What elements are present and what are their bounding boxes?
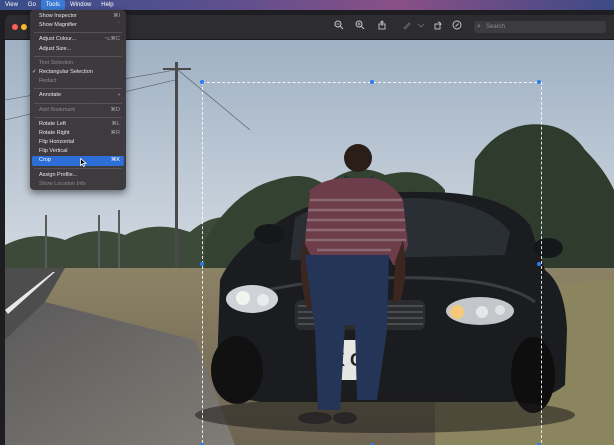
menu-window[interactable]: Window — [65, 0, 96, 10]
menu-separator — [34, 116, 122, 118]
menu-item-label: Crop — [39, 157, 51, 164]
rotate-icon[interactable] — [432, 20, 444, 32]
menu-separator — [34, 102, 122, 104]
menu-item-label: Adjust Colour... — [39, 36, 77, 43]
menu-item-shortcut: ⌘D — [110, 106, 120, 113]
menu-item-label: Redact — [39, 78, 57, 85]
zoom-in-icon[interactable] — [354, 20, 366, 32]
menu-item-label: Annotate — [39, 92, 62, 99]
menu-separator — [34, 32, 122, 34]
checkmark-icon: ✓ — [32, 68, 37, 75]
chevron-right-icon: › — [118, 92, 120, 99]
search-icon: ⌕ — [477, 23, 481, 30]
menu-item-rotate-left[interactable]: Rotate Left ⌘L — [30, 120, 126, 129]
selection-handle-right[interactable] — [537, 262, 541, 266]
menu-item-text-selection: Text Selection — [30, 59, 126, 68]
search-input[interactable]: ⌕ Search — [474, 21, 606, 33]
menu-separator — [34, 88, 122, 90]
menu-item-shortcut: ⌘K — [110, 157, 120, 164]
menu-item-show-inspector[interactable]: Show Inspector ⌘I — [30, 12, 126, 21]
menu-item-adjust-size[interactable]: Adjust Size... — [30, 45, 126, 54]
menu-separator — [34, 167, 122, 169]
menu-tools[interactable]: Tools — [40, 0, 65, 10]
chevron-down-icon[interactable] — [415, 20, 427, 32]
selection-handle-left[interactable] — [200, 262, 204, 266]
menu-item-show-magnifier[interactable]: Show Magnifier ` — [30, 21, 126, 30]
menu-item-label: Flip Horizontal — [39, 139, 75, 146]
menu-item-shortcut: ⌥⌘C — [104, 36, 120, 43]
minimize-window-button[interactable] — [21, 24, 27, 30]
menu-item-rotate-right[interactable]: Rotate Right ⌘R — [30, 129, 126, 138]
menu-item-shortcut: ` — [118, 22, 120, 29]
mouse-cursor-icon — [80, 158, 87, 167]
menu-view[interactable]: View — [0, 0, 23, 10]
menu-item-shortcut: ⌘R — [110, 129, 120, 136]
menu-item-label: Text Selection — [39, 59, 74, 66]
menu-item-annotate[interactable]: Annotate › — [30, 91, 126, 100]
menu-go[interactable]: Go — [23, 0, 41, 10]
menu-item-shortcut: ⌘I — [112, 13, 120, 19]
menu-item-adjust-colour[interactable]: Adjust Colour... ⌥⌘C — [30, 35, 126, 44]
zoom-out-icon[interactable] — [333, 20, 345, 32]
menu-item-label: Rotate Left — [39, 120, 66, 127]
menu-item-shortcut: ⌘L — [111, 120, 120, 127]
search-placeholder: Search — [486, 24, 506, 30]
menu-help[interactable]: Help — [96, 0, 118, 10]
selection-handle-top[interactable] — [370, 80, 374, 84]
menu-bar: View Go Tools Window Help — [0, 0, 614, 10]
menu-item-label: Show Location Info — [39, 180, 86, 187]
menu-item-show-location-info: Show Location Info — [30, 180, 126, 189]
menu-item-flip-vertical[interactable]: Flip Vertical — [30, 147, 126, 156]
markup-circle-icon[interactable] — [451, 20, 463, 32]
rectangular-selection[interactable] — [200, 80, 542, 445]
menu-item-assign-profile[interactable]: Assign Profile... — [30, 171, 126, 180]
menu-item-crop[interactable]: Crop ⌘K — [32, 156, 124, 166]
menu-item-label: Assign Profile... — [39, 171, 78, 178]
menu-item-label: Show Inspector — [39, 13, 77, 19]
menu-separator — [34, 55, 122, 57]
menu-item-add-bookmark: Add Bookmark ⌘D — [30, 106, 126, 115]
menu-item-label: Show Magnifier — [39, 22, 77, 29]
menu-item-label: Adjust Size... — [39, 45, 72, 52]
share-icon[interactable] — [376, 20, 388, 32]
menu-item-label: Rotate Right — [39, 129, 70, 136]
menu-item-label: Add Bookmark — [39, 106, 76, 113]
markup-icon[interactable] — [401, 20, 413, 32]
close-window-button[interactable] — [12, 24, 18, 30]
menu-item-flip-horizontal[interactable]: Flip Horizontal — [30, 138, 126, 147]
tools-menu: Show Inspector ⌘I Show Magnifier ` Adjust Co… — [30, 10, 126, 190]
selection-handle-top-right[interactable] — [537, 80, 541, 84]
menu-item-label: Flip Vertical — [39, 148, 68, 155]
selection-handle-top-left[interactable] — [200, 80, 204, 84]
menu-item-redact: Redact — [30, 77, 126, 86]
menu-item-label: Rectangular Selection — [39, 68, 93, 75]
menu-item-rectangular-selection[interactable]: ✓ Rectangular Selection — [30, 68, 126, 77]
